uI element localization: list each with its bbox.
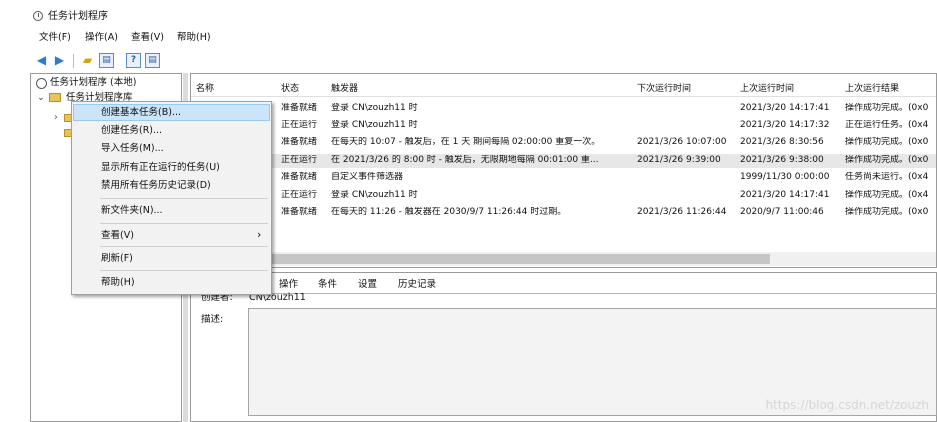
submenu-arrow-icon: › bbox=[257, 228, 262, 241]
row-result: 操作成功完成。(0x0 bbox=[845, 137, 929, 147]
folder-icon bbox=[49, 93, 61, 102]
row-status: 准备就绪 bbox=[281, 207, 318, 217]
window-title: 任务计划程序 bbox=[48, 11, 108, 22]
toolbar-separator bbox=[73, 54, 74, 68]
row-next-run: 2021/3/26 11:26:44 bbox=[637, 207, 727, 217]
row-result: 操作成功完成。(0x0 bbox=[845, 155, 929, 165]
row-status: 准备就绪 bbox=[281, 137, 318, 147]
clock-icon bbox=[33, 11, 43, 21]
menu-separator bbox=[100, 270, 268, 271]
table-row[interactable]: 准备就绪 在每天的 11:26 - 触发器在 2030/9/7 11:26:44… bbox=[190, 207, 937, 221]
tab-settings[interactable]: 设置 bbox=[358, 277, 377, 293]
column-status[interactable]: 状态 bbox=[281, 83, 299, 95]
menu-item-refresh[interactable]: 刷新(F) bbox=[101, 253, 133, 265]
column-trigger[interactable]: 触发器 bbox=[331, 83, 358, 95]
row-trigger: 登录 CN\zouzh11 时 bbox=[331, 103, 418, 113]
menu-separator bbox=[100, 246, 268, 247]
clock-icon bbox=[36, 78, 47, 89]
menu-separator bbox=[100, 198, 268, 199]
menu-item-import-task[interactable]: 导入任务(M)... bbox=[101, 143, 164, 155]
menu-item-show-running[interactable]: 显示所有正在运行的任务(U) bbox=[101, 162, 220, 174]
column-name[interactable]: 名称 bbox=[196, 83, 214, 95]
row-next-run: 2021/3/26 9:39:00 bbox=[637, 155, 721, 165]
table-row[interactable]: 正在运行 登录 CN\zouzh11 时 2021/3/20 14:17:32 … bbox=[190, 120, 937, 134]
menu-item-help[interactable]: 帮助(H) bbox=[101, 277, 135, 289]
menu-view[interactable]: 查看(V) bbox=[131, 32, 164, 44]
menu-item-view[interactable]: 查看(V) bbox=[101, 230, 134, 242]
row-status: 准备就绪 bbox=[281, 103, 318, 113]
table-row[interactable]: 准备就绪 在每天的 10:07 - 触发后，在 1 天 期间每隔 02:00:0… bbox=[190, 137, 937, 151]
row-last-run: 2021/3/26 8:30:56 bbox=[740, 137, 824, 147]
header-divider bbox=[191, 96, 936, 97]
row-trigger: 登录 CN\zouzh11 时 bbox=[331, 190, 418, 200]
row-result: 正在运行任务。(0x4 bbox=[845, 120, 929, 130]
action-pane-icon[interactable]: ▤ bbox=[145, 53, 160, 68]
table-row[interactable]: 准备就绪 自定义事件筛选器 1999/11/30 0:00:00 任务尚未运行。… bbox=[190, 172, 937, 186]
menu-help[interactable]: 帮助(H) bbox=[177, 32, 211, 44]
menu-item-create-basic-task[interactable]: 创建基本任务(B)... bbox=[101, 107, 181, 119]
table-row[interactable]: 正在运行 在 2021/3/26 的 8:00 时 - 触发后，无限期地每隔 0… bbox=[190, 155, 937, 169]
title-bar bbox=[0, 0, 937, 22]
menu-item-create-task[interactable]: 创建任务(R)... bbox=[101, 125, 162, 137]
row-result: 任务尚未运行。(0x4 bbox=[845, 172, 929, 182]
row-last-run: 2020/9/7 11:00:46 bbox=[740, 207, 824, 217]
column-next-run[interactable]: 下次运行时间 bbox=[637, 83, 691, 95]
scrollbar-thumb[interactable] bbox=[195, 254, 770, 264]
row-last-run: 2021/3/26 9:38:00 bbox=[740, 155, 824, 165]
table-row[interactable]: 正在运行 登录 CN\zouzh11 时 2021/3/20 14:17:41 … bbox=[190, 190, 937, 204]
menu-file[interactable]: 文件(F) bbox=[39, 32, 71, 44]
row-result: 操作成功完成。(0x4 bbox=[845, 190, 929, 200]
row-status: 准备就绪 bbox=[281, 172, 318, 182]
arrow-right-icon[interactable]: ▶ bbox=[52, 53, 67, 68]
menu-item-disable-history[interactable]: 禁用所有任务历史记录(D) bbox=[101, 180, 211, 192]
console-panel-icon[interactable]: ▤ bbox=[99, 53, 114, 68]
watermark: https://blog.csdn.net/zouzh bbox=[765, 398, 929, 412]
chevron-right-icon[interactable]: › bbox=[54, 112, 58, 124]
row-trigger: 在 2021/3/26 的 8:00 时 - 触发后，无限期地每隔 00:01:… bbox=[331, 155, 599, 165]
row-last-run: 2021/3/20 14:17:41 bbox=[740, 103, 830, 113]
chevron-down-icon[interactable]: ⌄ bbox=[37, 92, 45, 104]
row-trigger: 登录 CN\zouzh11 时 bbox=[331, 120, 418, 130]
row-status: 正在运行 bbox=[281, 120, 318, 130]
row-last-run: 2021/3/20 14:17:41 bbox=[740, 190, 830, 200]
menu-separator bbox=[100, 223, 268, 224]
table-row[interactable]: 准备就绪 登录 CN\zouzh11 时 2021/3/20 14:17:41 … bbox=[190, 103, 937, 117]
row-result: 操作成功完成。(0x0 bbox=[845, 103, 929, 113]
menu-item-new-folder[interactable]: 新文件夹(N)... bbox=[101, 205, 163, 217]
description-label: 描述: bbox=[201, 314, 224, 325]
row-trigger: 在每天的 10:07 - 触发后，在 1 天 期间每隔 02:00:00 重复一… bbox=[331, 137, 601, 147]
row-next-run: 2021/3/26 10:07:00 bbox=[637, 137, 727, 147]
menu-action[interactable]: 操作(A) bbox=[85, 32, 118, 44]
tree-root[interactable]: 任务计划程序 (本地) bbox=[50, 77, 136, 89]
column-last-run[interactable]: 上次运行时间 bbox=[740, 83, 794, 95]
column-last-result[interactable]: 上次运行结果 bbox=[845, 83, 899, 95]
tab-conditions[interactable]: 条件 bbox=[318, 277, 337, 293]
row-status: 正在运行 bbox=[281, 155, 318, 165]
row-last-run: 1999/11/30 0:00:00 bbox=[740, 172, 830, 182]
row-trigger: 自定义事件筛选器 bbox=[331, 172, 404, 182]
row-last-run: 2021/3/20 14:17:32 bbox=[740, 120, 830, 130]
help-icon[interactable]: ? bbox=[126, 53, 141, 68]
row-trigger: 在每天的 11:26 - 触发器在 2030/9/7 11:26:44 时过期。 bbox=[331, 207, 567, 217]
tab-actions[interactable]: 操作 bbox=[279, 277, 298, 293]
arrow-left-icon[interactable]: ◀ bbox=[34, 53, 49, 68]
folder-up-icon[interactable]: ▰ bbox=[80, 53, 95, 68]
task-rows: 准备就绪 登录 CN\zouzh11 时 2021/3/20 14:17:41 … bbox=[190, 100, 937, 228]
tab-history[interactable]: 历史记录 bbox=[398, 277, 436, 293]
row-result: 操作成功完成。(0x0 bbox=[845, 207, 929, 217]
row-status: 正在运行 bbox=[281, 190, 318, 200]
